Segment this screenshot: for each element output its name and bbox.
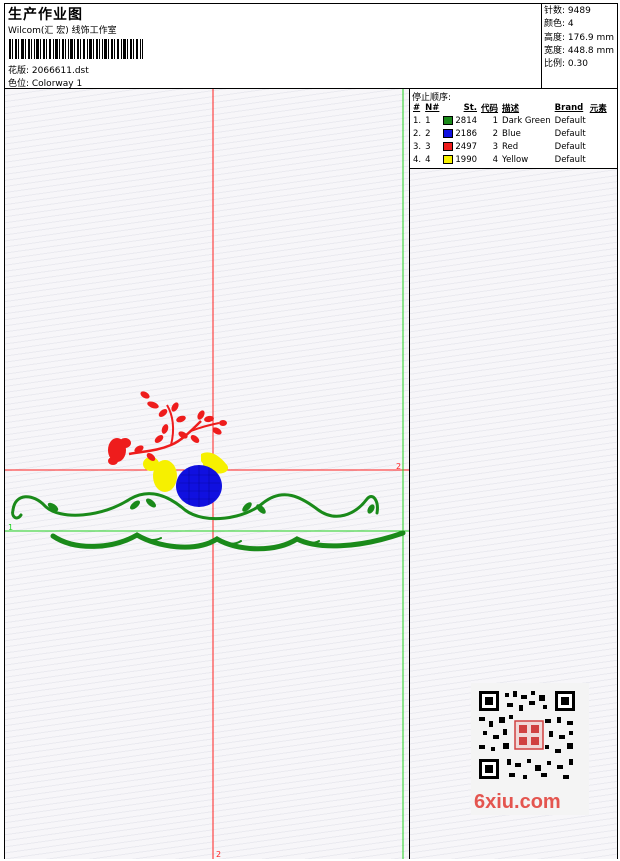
cell-st: 2186 [441,127,479,140]
cell-num: 4. [413,154,422,165]
cell-desc: Dark Green [502,115,551,126]
cell-element [588,127,609,140]
col-element: 元素 [589,103,607,114]
watermark-text: 6xiu.com [474,791,561,813]
cell-num: 3. [413,141,422,152]
cell-brand: Default [554,115,586,126]
table-row: 3. 3 2497 3 Red Default [411,140,609,153]
cell-element [588,140,609,153]
design-canvas[interactable]: 2 2 1 [5,89,410,859]
sheet-header: 生产作业图 Wilcom(汇 宏) 线饰工作室 花版: 2066611.dst … [5,4,617,89]
cell-n: 1 [425,115,431,126]
col-n: N# [425,102,440,113]
red-h-guide-label: 2 [396,462,401,471]
color-swatch [443,115,454,125]
color-swatch [443,141,454,151]
green-h-guide-label: 1 [8,523,13,532]
table-row: 4. 4 1990 4 Yellow Default [411,153,609,166]
cell-desc: Blue [502,128,521,139]
col-st: St. [463,102,478,113]
software-label: Wilcom(汇 宏) 线饰工作室 [8,26,117,36]
design-file: 花版: 2066611.dst [8,66,89,76]
stitch-count: 2186 [455,128,478,139]
cell-num: 2. [413,128,422,139]
cell-desc: Red [502,141,519,152]
cell-n: 2 [425,128,431,139]
table-row: 1. 1 2814 1 Dark Green Default [411,114,609,127]
design-stats: 针数: 9489 颜色: 4 高度: 176.9 mm 宽度: 448.8 mm… [544,5,614,71]
cell-st: 2497 [441,140,479,153]
embroidery-preview: 2 2 1 [5,89,409,859]
cell-element [588,153,609,166]
cell-code: 2 [492,128,499,139]
colorway: 色位: Colorway 1 [8,79,83,89]
color-swatch [443,128,454,138]
cell-n: 4 [425,154,431,165]
stat-scale: 比例: 0.30 [544,59,588,70]
cell-st: 1990 [441,153,479,166]
red-v-guide-label: 2 [216,850,221,859]
col-desc: 描述 [502,103,520,114]
cell-n: 3 [425,141,431,152]
cell-desc: Yellow [502,154,529,165]
header-divider [541,4,542,89]
cell-num: 1. [413,115,422,126]
stat-width: 宽度: 448.8 mm [544,45,615,56]
cell-element [588,114,609,127]
stitch-count: 1990 [455,154,478,165]
table-row: 2. 2 2186 2 Blue Default [411,127,609,140]
stat-stitches: 针数: 9489 [544,6,591,16]
cell-code: 3 [492,141,499,152]
production-sheet: 生产作业图 Wilcom(汇 宏) 线饰工作室 花版: 2066611.dst … [4,3,618,859]
stat-colors: 颜色: 4 [544,19,574,30]
sheet-title: 生产作业图 [8,7,83,23]
stitch-count: 2814 [455,115,478,126]
col-code: 代码 [481,103,499,114]
cell-brand: Default [554,141,586,152]
color-swatch [443,154,454,164]
stitch-count: 2497 [455,141,478,152]
cell-code: 1 [492,115,499,126]
cell-code: 4 [492,154,499,165]
stop-sequence: 停止顺序: # N# St. 代码 描述 Brand 元素 1. 1 2814 1 Da… [410,89,617,169]
stat-height: 高度: 176.9 mm [544,32,615,43]
col-brand: Brand [554,102,584,113]
lower-scallop-border [50,530,406,552]
table-header-row: # N# St. 代码 描述 Brand 元素 [411,101,609,114]
col-num: # [413,102,421,113]
blue-berry [176,465,222,507]
barcode [9,39,143,59]
stop-sequence-table: # N# St. 代码 描述 Brand 元素 1. 1 2814 1 Dark Gre… [411,101,609,166]
cell-st: 2814 [441,114,479,127]
cell-brand: Default [554,128,586,139]
cell-brand: Default [554,154,586,165]
